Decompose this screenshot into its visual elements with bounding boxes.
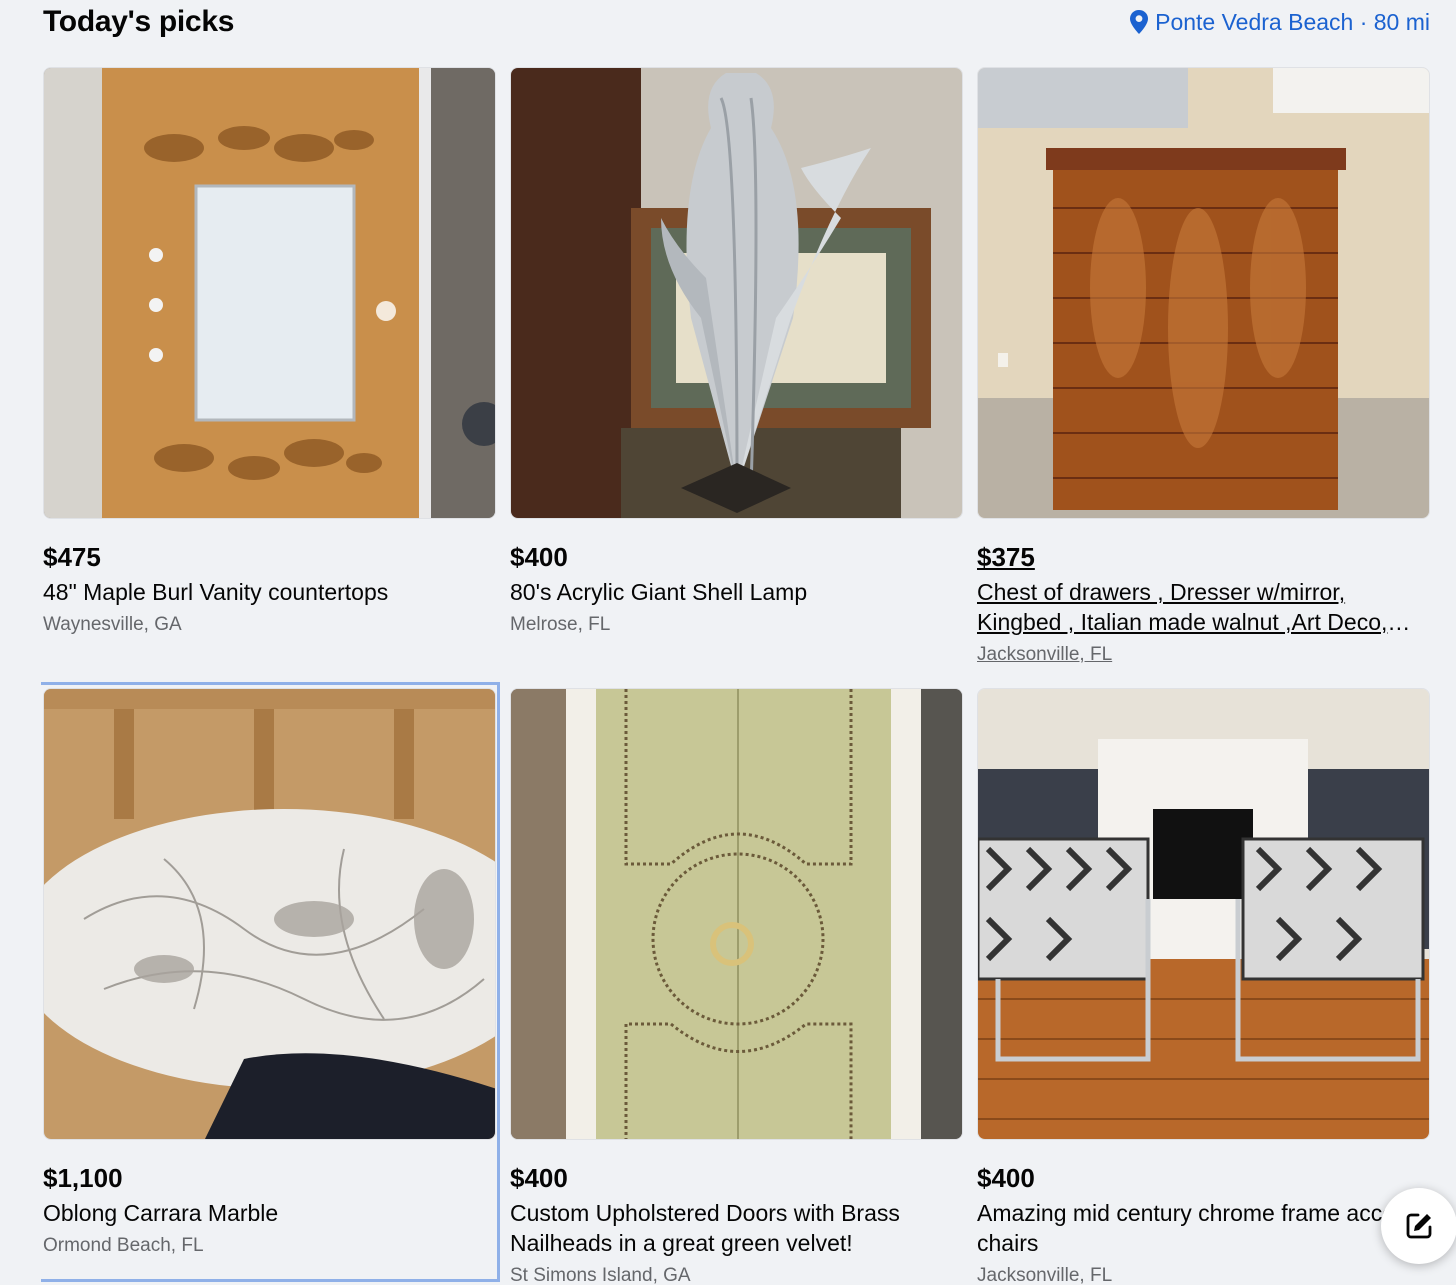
listing-price: $400 bbox=[977, 1163, 1035, 1193]
compose-icon bbox=[1406, 1213, 1432, 1239]
listing-card[interactable]: $1,100 Oblong Carrara Marble Ormond Beac… bbox=[43, 688, 496, 1258]
listing-photo-accent-chairs[interactable] bbox=[977, 688, 1430, 1140]
compose-button[interactable] bbox=[1381, 1188, 1456, 1264]
listing-price: $400 bbox=[510, 1163, 568, 1193]
listing-location: St Simons Island, GA bbox=[510, 1265, 691, 1285]
listing-title: Custom Upholstered Doors with Brass Nail… bbox=[510, 1200, 900, 1256]
listing-photo-chest-of-drawers[interactable] bbox=[977, 67, 1430, 519]
listing-photo-upholstered-doors[interactable] bbox=[510, 688, 963, 1140]
listing-card[interactable]: $400 80's Acrylic Giant Shell Lamp Melro… bbox=[510, 67, 963, 637]
listing-card[interactable]: $475 48" Maple Burl Vanity countertops W… bbox=[43, 67, 496, 637]
listing-card[interactable]: $400 Amazing mid century chrome frame ac… bbox=[977, 688, 1430, 1285]
listing-location: Jacksonville, FL bbox=[977, 644, 1113, 665]
listing-price: $400 bbox=[510, 542, 568, 572]
section-header: Today's picks Ponte Vedra Beach · 80 mi bbox=[43, 0, 1430, 44]
listing-photo-vanity[interactable] bbox=[43, 67, 496, 519]
listing-location: Waynesville, GA bbox=[43, 614, 182, 635]
listing-title: Amazing mid century chrome frame accent … bbox=[977, 1200, 1415, 1256]
listing-location: Ormond Beach, FL bbox=[43, 1235, 204, 1256]
listing-location: Jacksonville, FL bbox=[977, 1265, 1113, 1285]
listing-card[interactable]: $400 Custom Upholstered Doors with Brass… bbox=[510, 688, 963, 1285]
listing-title: Oblong Carrara Marble bbox=[43, 1200, 279, 1226]
section-title: Today's picks bbox=[43, 5, 235, 38]
listing-location: Melrose, FL bbox=[510, 614, 611, 635]
listing-photo-shell-lamp[interactable] bbox=[510, 67, 963, 519]
listing-card[interactable]: $375 Chest of drawers , Dresser w/mirror… bbox=[977, 67, 1430, 667]
listing-price: $475 bbox=[43, 542, 101, 572]
listing-photo-marble-slab[interactable] bbox=[43, 688, 496, 1140]
location-filter-link[interactable]: Ponte Vedra Beach · 80 mi bbox=[1129, 9, 1430, 36]
listing-title: 48" Maple Burl Vanity countertops bbox=[43, 579, 389, 605]
listing-title: Chest of drawers , Dresser w/mirror, Kin… bbox=[977, 579, 1388, 635]
listing-price: $1,100 bbox=[43, 1163, 123, 1193]
location-label: Ponte Vedra Beach · 80 mi bbox=[1155, 8, 1430, 35]
listing-price: $375 bbox=[977, 542, 1035, 572]
listing-title: 80's Acrylic Giant Shell Lamp bbox=[510, 579, 808, 605]
location-pin-icon bbox=[1130, 10, 1149, 34]
